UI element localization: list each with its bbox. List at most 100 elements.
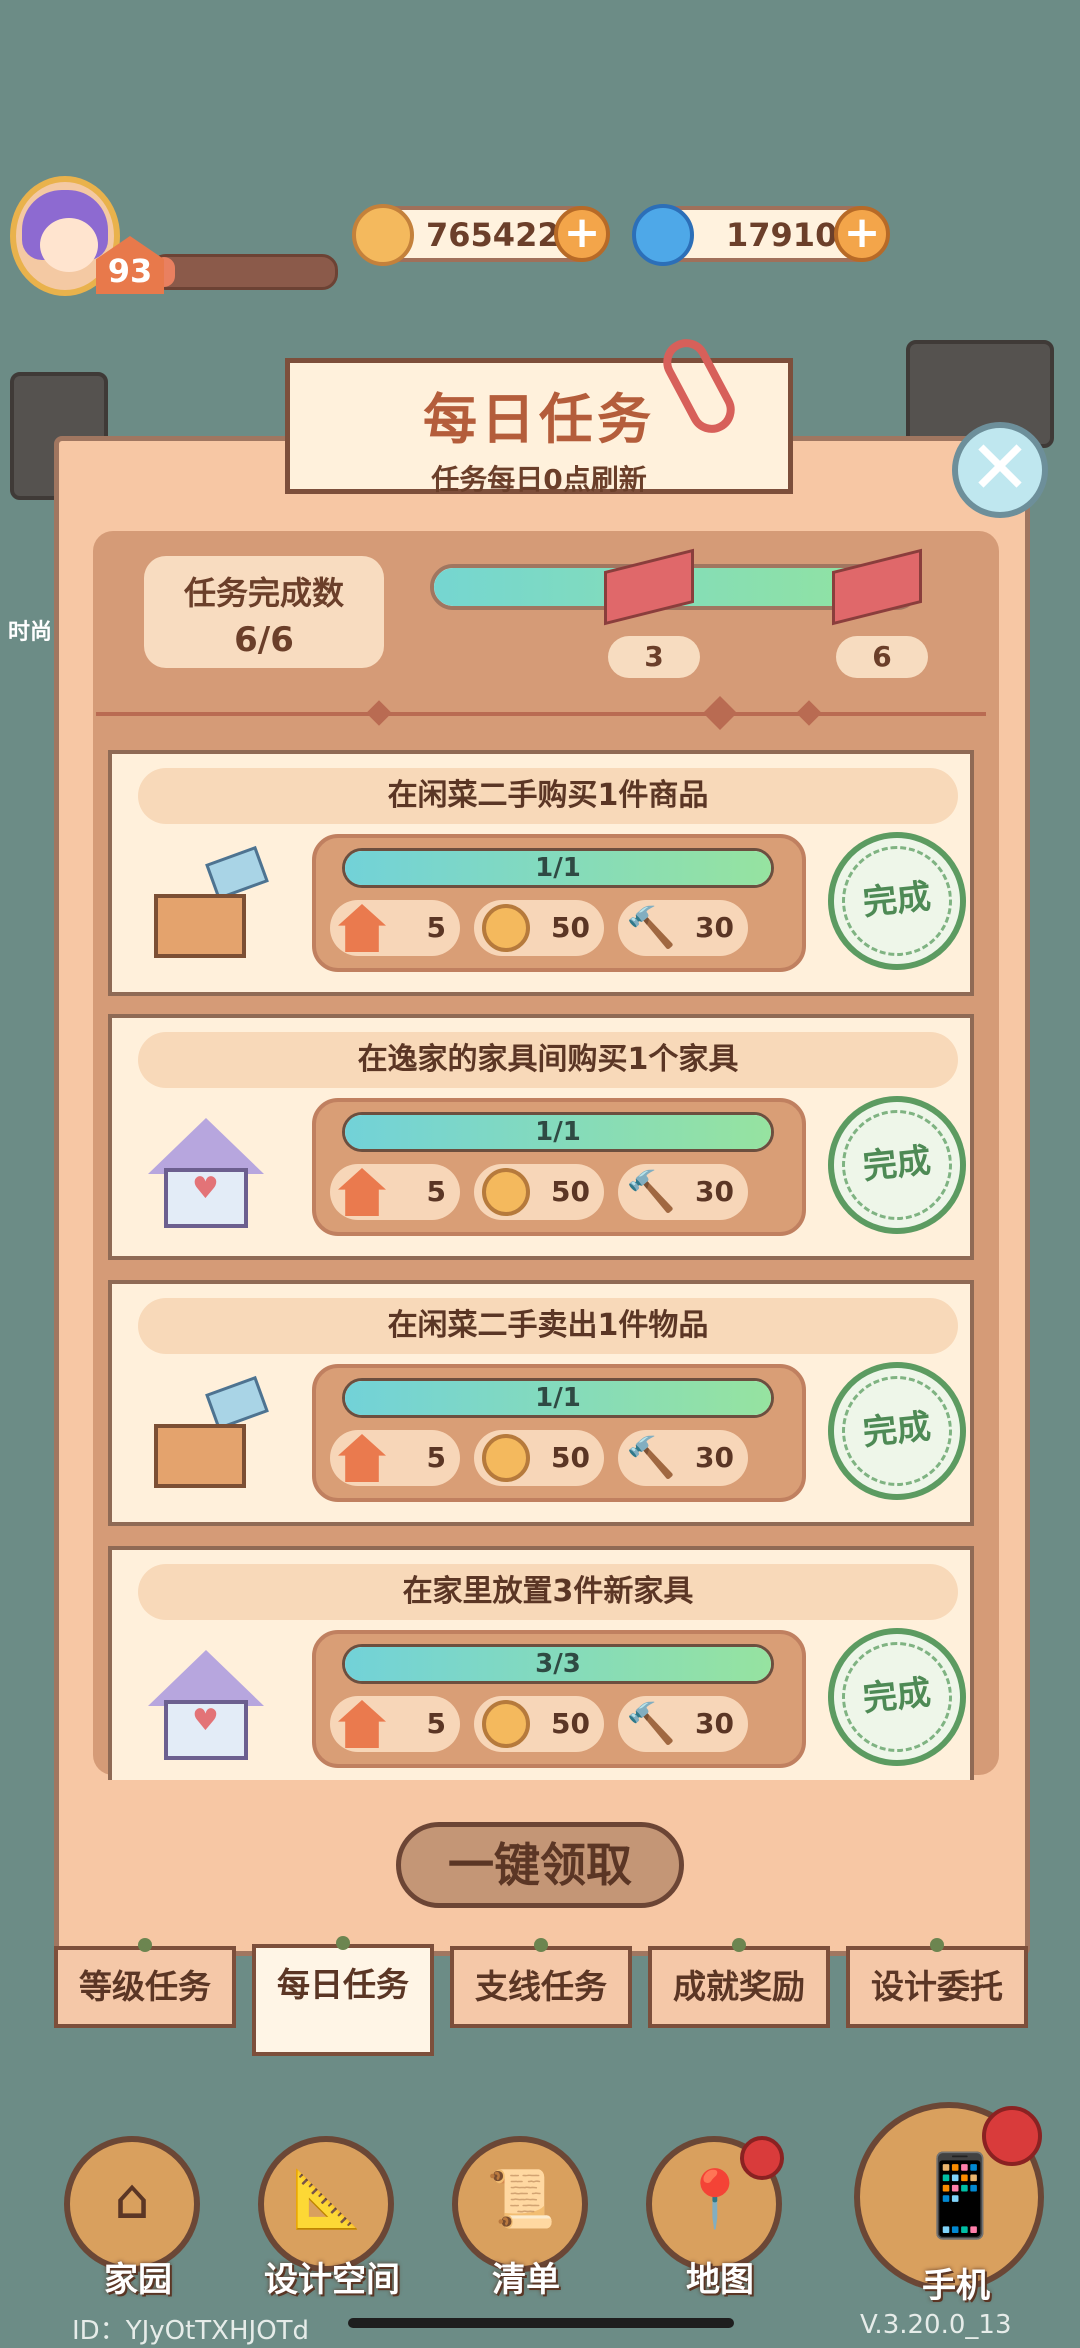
task-reward-area: 1/1 5 50 🔨 30 bbox=[312, 834, 806, 972]
reward-coins: 50 bbox=[474, 1430, 604, 1486]
tab-daily-tasks[interactable]: 每日任务 bbox=[252, 1936, 434, 2056]
house-point-icon bbox=[338, 1434, 386, 1482]
nav-label: 地图 bbox=[686, 2260, 754, 2300]
divider bbox=[96, 712, 986, 716]
nav-map[interactable]: 📍 地图 bbox=[646, 2136, 784, 2300]
task-progress-bar: 1/1 bbox=[342, 1378, 774, 1418]
reward-value: 5 bbox=[426, 1441, 446, 1474]
nav-phone[interactable]: 📱 手机 bbox=[854, 2102, 1044, 2306]
reward-home-points: 5 bbox=[330, 1164, 460, 1220]
reward-value: 30 bbox=[695, 1707, 734, 1740]
task-title: 在闲菜二手卖出1件物品 bbox=[138, 1298, 958, 1354]
task-progress-bar: 1/1 bbox=[342, 848, 774, 888]
tab-label: 等级任务 bbox=[79, 1967, 211, 2006]
tab-achievements[interactable]: 成就奖励 bbox=[648, 1938, 830, 2028]
house-icon: ♥ bbox=[146, 1118, 266, 1228]
coin-icon bbox=[482, 904, 530, 952]
task-progress-text: 1/1 bbox=[535, 1117, 581, 1147]
task-list[interactable]: 在闲菜二手购买1件商品 1/1 5 50 🔨 30 完成 在逸家的家具间购买1个家… bbox=[108, 750, 974, 1780]
reward-value: 5 bbox=[426, 911, 446, 944]
hammer-icon: 🔨 bbox=[626, 1435, 676, 1481]
completion-count-label: 任务完成数 bbox=[183, 574, 344, 612]
nav-home[interactable]: ⌂ 家园 bbox=[64, 2136, 200, 2300]
map-pin-icon: 📍 bbox=[680, 2167, 750, 2232]
tab-side-tasks[interactable]: 支线任务 bbox=[450, 1938, 632, 2028]
coin-icon bbox=[352, 204, 414, 266]
reward-value: 5 bbox=[426, 1175, 446, 1208]
add-coins-button[interactable]: + bbox=[554, 206, 610, 262]
claim-all-button[interactable]: 一键领取 bbox=[396, 1822, 684, 1908]
completion-count-value: 6/6 bbox=[234, 620, 294, 660]
reward-hammer: 🔨 30 bbox=[618, 900, 748, 956]
task-progress-text: 1/1 bbox=[535, 853, 581, 883]
nav-label: 设计空间 bbox=[264, 2260, 400, 2300]
add-gems-button[interactable]: + bbox=[834, 206, 890, 262]
reward-value: 30 bbox=[695, 1175, 734, 1208]
notification-dot bbox=[740, 2136, 784, 2180]
tab-label: 设计委托 bbox=[871, 1967, 1003, 2006]
nav-label: 手机 bbox=[922, 2266, 990, 2306]
swirl-gem-icon bbox=[632, 204, 694, 266]
box-icon bbox=[146, 845, 269, 964]
hammer-icon: 🔨 bbox=[626, 1701, 676, 1747]
close-button[interactable]: ✕ bbox=[952, 422, 1048, 518]
milestone-label: 6 bbox=[836, 636, 928, 678]
coin-value: 765422 bbox=[426, 216, 560, 254]
phone-icon: 📱 bbox=[910, 2149, 1010, 2242]
reward-value: 5 bbox=[426, 1707, 446, 1740]
milestone-label: 3 bbox=[608, 636, 700, 678]
task-title: 在逸家的家具间购买1个家具 bbox=[138, 1032, 958, 1088]
tab-design-commissions[interactable]: 设计委托 bbox=[846, 1938, 1028, 2028]
house-point-icon bbox=[338, 1168, 386, 1216]
reward-value: 50 bbox=[551, 911, 590, 944]
task-card: 在逸家的家具间购买1个家具 ♥ 1/1 5 50 🔨 30 完成 bbox=[108, 1014, 974, 1260]
task-reward-area: 1/1 5 50 🔨 30 bbox=[312, 1098, 806, 1236]
player-id: ID：YJyOtTXHJOTd bbox=[72, 2316, 310, 2346]
reward-hammer: 🔨 30 bbox=[618, 1430, 748, 1486]
reward-value: 50 bbox=[551, 1175, 590, 1208]
hammer-icon: 🔨 bbox=[626, 1169, 676, 1215]
xp-bar bbox=[150, 254, 338, 290]
panel-subtitle: 任务每日0点刷新 bbox=[431, 463, 647, 496]
task-progress-bar: 1/1 bbox=[342, 1112, 774, 1152]
tab-label: 每日任务 bbox=[277, 1965, 409, 2004]
side-label: 时尚 bbox=[8, 620, 53, 645]
coin-counter: 765422 + bbox=[352, 204, 610, 266]
home-icon: ⌂ bbox=[114, 2167, 150, 2232]
task-card: 在闲菜二手购买1件商品 1/1 5 50 🔨 30 完成 bbox=[108, 750, 974, 996]
coin-icon bbox=[482, 1700, 530, 1748]
nav-label: 清单 bbox=[492, 2260, 560, 2300]
reward-hammer: 🔨 30 bbox=[618, 1164, 748, 1220]
nav-design-space[interactable]: 📐 设计空间 bbox=[258, 2136, 400, 2300]
reward-home-points: 5 bbox=[330, 900, 460, 956]
design-icon: 📐 bbox=[292, 2167, 362, 2232]
reward-home-points: 5 bbox=[330, 1696, 460, 1752]
tab-level-tasks[interactable]: 等级任务 bbox=[54, 1938, 236, 2028]
reward-coins: 50 bbox=[474, 1164, 604, 1220]
reward-value: 30 bbox=[695, 1441, 734, 1474]
gem-counter: 17910 + bbox=[632, 204, 890, 266]
coin-icon bbox=[482, 1168, 530, 1216]
completed-stamp: 完成 bbox=[821, 1089, 973, 1241]
task-title: 在闲菜二手购买1件商品 bbox=[138, 768, 958, 824]
house-icon: ♥ bbox=[146, 1650, 266, 1760]
nav-list[interactable]: 📜 清单 bbox=[452, 2136, 588, 2300]
task-card: 在家里放置3件新家具 ♥ 3/3 5 50 🔨 30 完成 bbox=[108, 1546, 974, 1780]
completed-stamp: 完成 bbox=[821, 1621, 973, 1773]
completed-stamp: 完成 bbox=[821, 1355, 973, 1507]
reward-coins: 50 bbox=[474, 1696, 604, 1752]
house-point-icon bbox=[338, 1700, 386, 1748]
tab-label: 成就奖励 bbox=[673, 1967, 805, 2006]
reward-coins: 50 bbox=[474, 900, 604, 956]
gem-value: 17910 bbox=[726, 216, 838, 254]
home-indicator[interactable] bbox=[348, 2318, 734, 2328]
coin-icon bbox=[482, 1434, 530, 1482]
house-point-icon bbox=[338, 904, 386, 952]
nav-label: 家园 bbox=[104, 2260, 172, 2300]
reward-value: 30 bbox=[695, 911, 734, 944]
notification-dot bbox=[982, 2106, 1042, 2166]
task-progress-bar: 3/3 bbox=[342, 1644, 774, 1684]
task-card: 在闲菜二手卖出1件物品 1/1 5 50 🔨 30 完成 bbox=[108, 1280, 974, 1526]
reward-hammer: 🔨 30 bbox=[618, 1696, 748, 1752]
completed-stamp: 完成 bbox=[821, 825, 973, 977]
